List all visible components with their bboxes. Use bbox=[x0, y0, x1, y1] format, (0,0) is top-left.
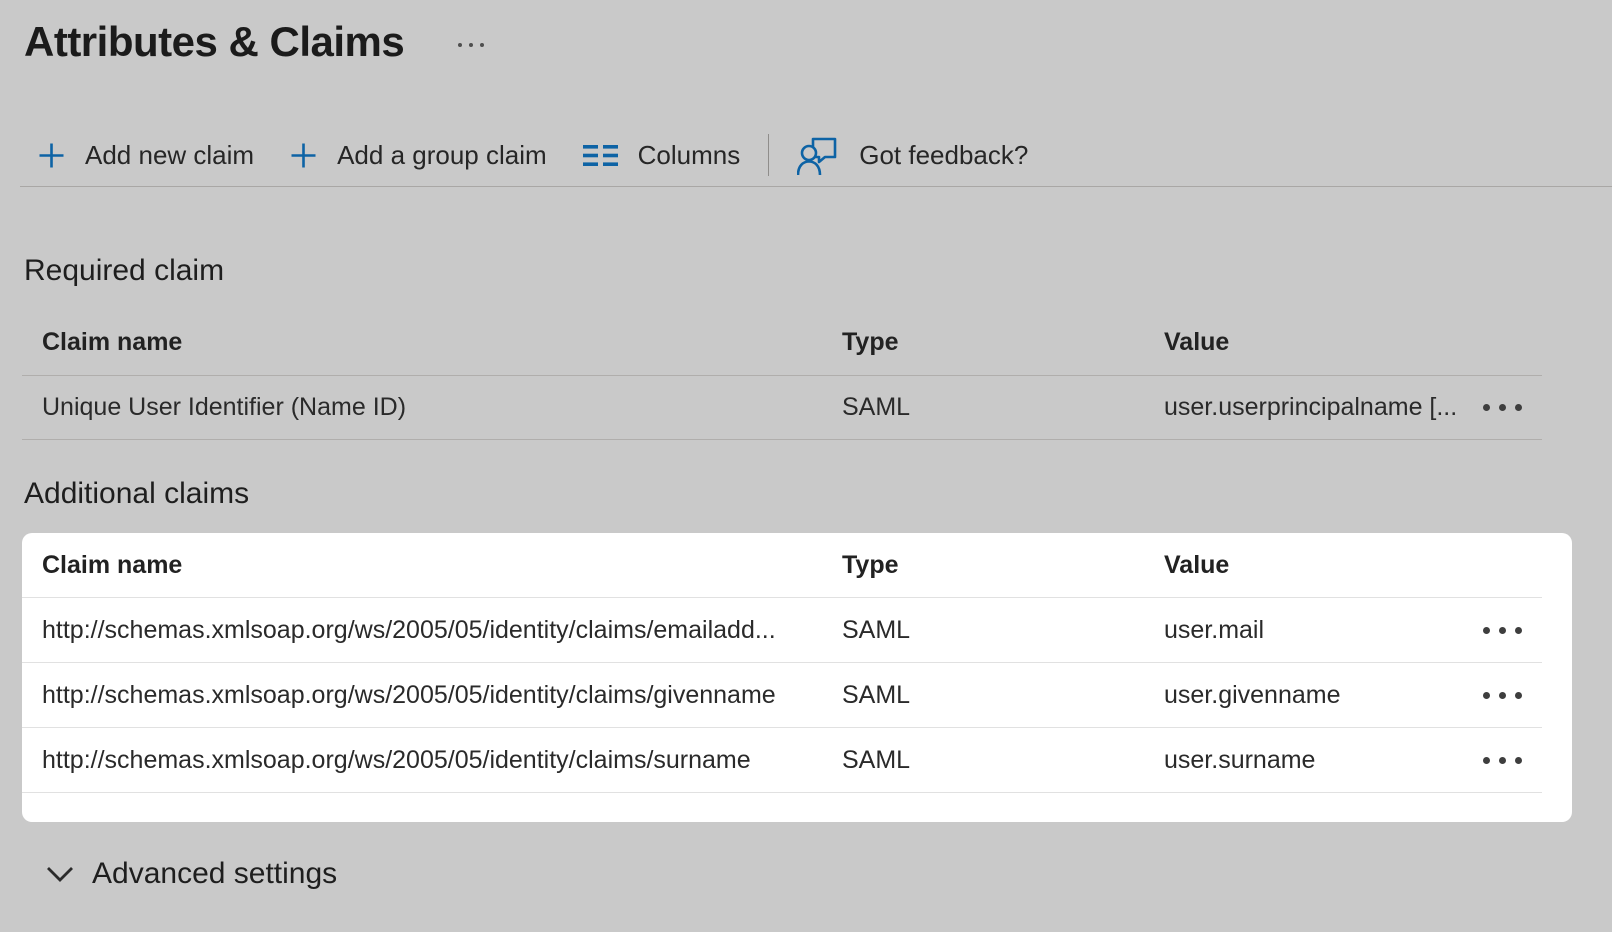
additional-claims-table: Claim name Type Value http://schemas.xml… bbox=[22, 533, 1542, 793]
add-group-claim-button[interactable]: Add a group claim bbox=[272, 124, 565, 186]
column-header-type: Type bbox=[822, 551, 1144, 580]
claim-type-cell: SAML bbox=[822, 746, 1144, 775]
add-new-claim-button[interactable]: Add new claim bbox=[20, 124, 272, 186]
columns-icon bbox=[583, 142, 618, 169]
command-bar: Add new claim Add a group claim Colum bbox=[20, 124, 1612, 187]
claim-row-emailaddress[interactable]: http://schemas.xmlsoap.org/ws/2005/05/id… bbox=[22, 598, 1542, 663]
page-header: Attributes & Claims bbox=[0, 0, 1612, 70]
claim-type-cell: SAML bbox=[822, 393, 1144, 422]
table-header-row: Claim name Type Value bbox=[22, 310, 1542, 376]
plus-icon bbox=[38, 142, 65, 169]
advanced-settings-toggle[interactable]: Advanced settings bbox=[46, 855, 1612, 893]
row-more-options-icon[interactable] bbox=[1462, 728, 1542, 792]
column-header-claim-name: Claim name bbox=[22, 328, 822, 357]
required-claim-heading: Required claim bbox=[24, 253, 1612, 289]
feedback-person-icon bbox=[797, 133, 839, 177]
row-more-options-icon[interactable] bbox=[1462, 598, 1542, 662]
additional-claims-heading: Additional claims bbox=[24, 476, 1612, 512]
plus-icon bbox=[290, 142, 317, 169]
columns-button[interactable]: Columns bbox=[565, 124, 759, 186]
advanced-settings-label: Advanced settings bbox=[92, 857, 337, 891]
column-header-claim-name: Claim name bbox=[22, 551, 822, 580]
table-header-row: Claim name Type Value bbox=[22, 533, 1542, 598]
got-feedback-button[interactable]: Got feedback? bbox=[779, 124, 1046, 186]
claim-name-cell: Unique User Identifier (Name ID) bbox=[22, 393, 822, 422]
chevron-down-icon bbox=[46, 866, 74, 883]
claim-value-cell: user.surname bbox=[1144, 746, 1462, 775]
got-feedback-label: Got feedback? bbox=[859, 140, 1028, 171]
claim-name-cell: http://schemas.xmlsoap.org/ws/2005/05/id… bbox=[22, 616, 822, 645]
additional-claims-card: Claim name Type Value http://schemas.xml… bbox=[22, 533, 1572, 822]
column-header-value: Value bbox=[1144, 551, 1462, 580]
row-more-options-icon[interactable] bbox=[1462, 376, 1542, 439]
claim-row-surname[interactable]: http://schemas.xmlsoap.org/ws/2005/05/id… bbox=[22, 728, 1542, 793]
page-title: Attributes & Claims bbox=[24, 18, 404, 66]
column-header-value: Value bbox=[1144, 328, 1462, 357]
toolbar-separator bbox=[768, 134, 769, 176]
required-claims-table: Claim name Type Value Unique User Identi… bbox=[22, 310, 1542, 440]
claim-row-unique-user-identifier[interactable]: Unique User Identifier (Name ID) SAML us… bbox=[22, 376, 1542, 440]
claim-type-cell: SAML bbox=[822, 681, 1144, 710]
claim-name-cell: http://schemas.xmlsoap.org/ws/2005/05/id… bbox=[22, 681, 822, 710]
add-group-claim-label: Add a group claim bbox=[337, 140, 547, 171]
claim-row-givenname[interactable]: http://schemas.xmlsoap.org/ws/2005/05/id… bbox=[22, 663, 1542, 728]
column-header-type: Type bbox=[822, 328, 1144, 357]
claim-value-cell: user.mail bbox=[1144, 616, 1462, 645]
columns-label: Columns bbox=[638, 140, 741, 171]
more-options-icon[interactable] bbox=[458, 43, 484, 47]
claim-type-cell: SAML bbox=[822, 616, 1144, 645]
claim-value-cell: user.givenname bbox=[1144, 681, 1462, 710]
claim-value-cell: user.userprincipalname [... bbox=[1144, 393, 1462, 422]
row-more-options-icon[interactable] bbox=[1462, 663, 1542, 727]
claim-name-cell: http://schemas.xmlsoap.org/ws/2005/05/id… bbox=[22, 746, 822, 775]
add-new-claim-label: Add new claim bbox=[85, 140, 254, 171]
